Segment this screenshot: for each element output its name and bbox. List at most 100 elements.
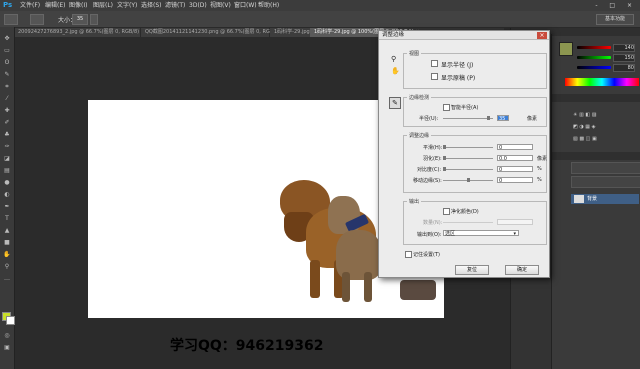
smooth-slider-thumb[interactable] [443, 145, 446, 149]
radius-input[interactable]: 35 [497, 115, 509, 122]
zoom-tool-icon[interactable]: ⚲ [3, 263, 11, 270]
blue-value[interactable]: 80 [613, 64, 635, 72]
ok-button[interactable]: 确定 [505, 265, 539, 275]
background-color-swatch[interactable] [6, 316, 15, 325]
contrast-slider-thumb[interactable] [443, 167, 446, 171]
path-select-tool-icon[interactable]: ▲ [3, 227, 11, 234]
menu-image[interactable]: 图像(I) [69, 0, 87, 11]
contrast-slider[interactable] [443, 169, 493, 170]
menu-window[interactable]: 窗口(W) [234, 0, 257, 11]
feather-slider[interactable] [443, 158, 493, 159]
workspace-switcher[interactable]: 基本功能 [596, 14, 634, 25]
size-stepper[interactable] [90, 14, 98, 25]
chevron-down-icon: ▾ [513, 231, 516, 237]
feather-unit: 像素 [537, 156, 548, 162]
size-input[interactable]: 35 [72, 14, 88, 25]
brush-mode-icon[interactable] [30, 14, 44, 25]
feather-input[interactable]: 0.0 [497, 155, 533, 162]
red-slider[interactable] [577, 46, 611, 49]
shape-tool-icon[interactable]: ■ [3, 239, 11, 246]
radius-unit: 像素 [527, 116, 538, 122]
amount-input[interactable] [497, 219, 533, 225]
output-label: 输出 [407, 198, 422, 205]
shift-edge-label: 移动边缘(S): [413, 178, 442, 184]
remember-settings-checkbox[interactable] [405, 251, 412, 258]
feather-label: 羽化(E): [423, 156, 442, 162]
history-brush-icon[interactable]: ✑ [3, 143, 11, 150]
stamp-tool-icon[interactable]: ♣ [3, 131, 11, 138]
lasso-tool-icon[interactable]: ʘ [3, 59, 11, 66]
gradient-tool-icon[interactable]: ▤ [3, 167, 11, 174]
adjust-edge-label: 调整边缘 [407, 132, 432, 139]
move-tool-icon[interactable]: ✥ [3, 35, 11, 42]
layer-blend-mode[interactable] [571, 176, 640, 188]
menu-file[interactable]: 文件(F) [20, 0, 40, 11]
close-icon[interactable]: × [537, 32, 547, 39]
show-radius-checkbox[interactable] [431, 60, 438, 67]
menu-3d[interactable]: 3D(D) [189, 0, 207, 11]
zoom-icon[interactable]: ⚲ [391, 55, 396, 63]
contrast-input[interactable]: 0 [497, 166, 533, 173]
color-spectrum-bar[interactable] [565, 78, 639, 86]
show-original-checkbox[interactable] [431, 73, 438, 80]
feather-slider-thumb[interactable] [443, 156, 446, 160]
eyedropper-tool-icon[interactable]: ⁄ [3, 95, 11, 102]
decontaminate-checkbox[interactable] [443, 208, 450, 215]
menu-layer[interactable]: 图层(L) [93, 0, 113, 11]
tab-doc-1[interactable]: 20092427276893_2.jpg @ 66.7%(图层 0, RGB/8… [14, 28, 141, 37]
shift-edge-input[interactable]: 0 [497, 177, 533, 184]
hand-tool-icon[interactable]: ✋ [3, 251, 11, 258]
layer-row[interactable]: 背景 [571, 194, 639, 204]
green-slider[interactable] [577, 56, 611, 59]
contrast-label: 对比度(C): [417, 167, 442, 173]
eraser-tool-icon[interactable]: ◪ [3, 155, 11, 162]
blue-slider[interactable] [577, 66, 611, 69]
layer-thumbnail [574, 195, 584, 203]
tool-preset-button[interactable] [4, 14, 18, 25]
window-controls[interactable]: - □ × [595, 0, 637, 11]
output-to-select[interactable]: 选区 ▾ [443, 230, 519, 237]
menu-view[interactable]: 视图(V) [210, 0, 231, 11]
smart-radius-checkbox[interactable] [443, 104, 450, 111]
menu-select[interactable]: 选择(S) [141, 0, 162, 11]
crop-tool-icon[interactable]: ⌗ [3, 83, 11, 90]
blur-tool-icon[interactable]: ● [3, 179, 11, 186]
healing-tool-icon[interactable]: ✚ [3, 107, 11, 114]
marquee-tool-icon[interactable]: ▭ [3, 47, 11, 54]
smooth-input[interactable]: 0 [497, 144, 533, 151]
adjustments-icons-row[interactable]: ☀ ▥ ◧ ▨ [573, 112, 596, 118]
quick-select-tool-icon[interactable]: ✎ [3, 71, 11, 78]
adjustments-icons-row[interactable]: ◩ ◑ ▦ ◈ [573, 124, 595, 130]
radius-slider[interactable] [443, 118, 493, 119]
adjustments-icons-row[interactable]: ▧ ▩ ◫ ▣ [573, 136, 597, 142]
refine-radius-tool-icon[interactable]: ✎ [389, 97, 401, 109]
dodge-tool-icon[interactable]: ◐ [3, 191, 11, 198]
smooth-slider[interactable] [443, 147, 493, 148]
decontaminate-label: 净化颜色(D) [451, 209, 479, 215]
red-value[interactable]: 140 [613, 44, 635, 52]
more-tools-icon[interactable]: … [3, 275, 11, 282]
photoshop-logo: Ps [3, 1, 13, 9]
radius-slider-thumb[interactable] [487, 116, 490, 120]
pen-tool-icon[interactable]: ✒ [3, 203, 11, 210]
reset-button[interactable]: 复位 [455, 265, 489, 275]
brush-tool-icon[interactable]: ✐ [3, 119, 11, 126]
edge-detection-group [403, 97, 547, 127]
screen-mode-icon[interactable]: ▣ [3, 344, 11, 351]
menu-filter[interactable]: 滤镜(T) [165, 0, 185, 11]
green-value[interactable]: 150 [613, 54, 635, 62]
shift-edge-slider-thumb[interactable] [467, 178, 470, 182]
radius-label: 半径(U): [419, 116, 439, 122]
tab-doc-2[interactable]: QQ截图20141121141230.png @ 66.7%(图层 0, RGB… [141, 28, 280, 37]
menu-type[interactable]: 文字(Y) [117, 0, 137, 11]
show-radius-label: 显示半径 (J) [441, 62, 474, 69]
menu-help[interactable]: 帮助(H) [258, 0, 279, 11]
menu-edit[interactable]: 编辑(E) [45, 0, 65, 11]
amount-slider[interactable] [443, 222, 493, 223]
type-tool-icon[interactable]: T [3, 215, 11, 222]
quick-mask-icon[interactable]: ◎ [3, 332, 11, 339]
remember-settings-label: 记住设置(T) [413, 252, 440, 258]
hand-icon[interactable]: ✋ [391, 67, 400, 75]
layer-kind-filter[interactable] [571, 162, 640, 174]
color-preview-swatch[interactable] [559, 42, 573, 56]
